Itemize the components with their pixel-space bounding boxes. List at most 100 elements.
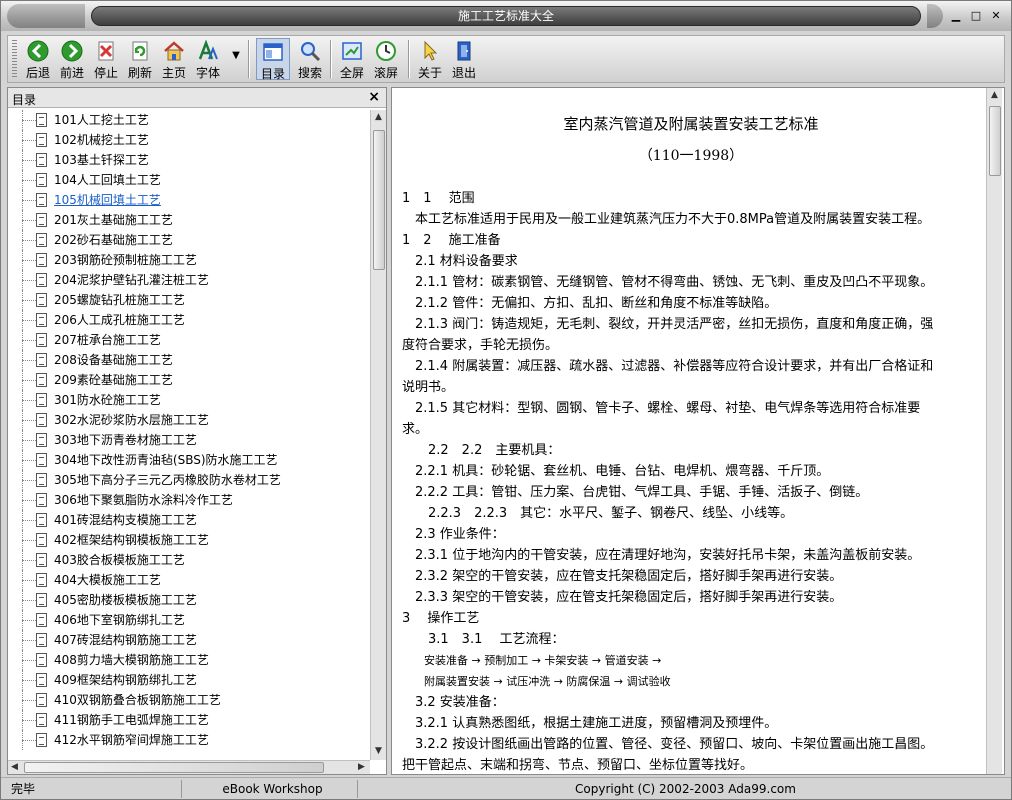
contents-vertical-scrollbar[interactable]: ▲ ▼ [370,110,386,760]
tree-connector [22,720,36,721]
tree-item[interactable]: 402框架结构钢模板施工工艺 [8,530,370,550]
document-icon [36,533,47,547]
fullscreen-button[interactable]: 全屏 [336,38,368,80]
tree-item-label: 102机械挖土工艺 [54,133,149,147]
document-line: 度符合要求，手轮无损伤。 [402,338,559,353]
document-scroll-thumb[interactable] [989,106,1001,176]
tree-item[interactable]: 203钢筋砼预制桩施工工艺 [8,250,370,270]
tree-item[interactable]: 101人工挖土工艺 [8,110,370,130]
document-line: 2.1.5 其它材料：型钢、圆钢、管卡子、螺栓、螺母、衬垫、电气焊条等选用符合标… [402,401,921,416]
tree-item[interactable]: 302水泥砂浆防水层施工工艺 [8,410,370,430]
tree-item[interactable]: 407砖混结构钢筋施工工艺 [8,630,370,650]
font-dropdown-chevron[interactable]: ▼ [230,50,242,92]
tree-item[interactable]: 401砖混结构支模施工工艺 [8,510,370,530]
tree-item[interactable]: 104人工回填土工艺 [8,170,370,190]
forward-button[interactable]: 前进 [56,38,88,80]
tree-connector [22,540,36,541]
tree-connector [22,260,36,261]
tree-item[interactable]: 204泥浆护壁钻孔灌注桩工艺 [8,270,370,290]
tree-item-label: 105机械回填土工艺 [54,193,161,207]
font-button[interactable]: 字体 [192,38,224,80]
scroll-up-arrow-icon[interactable]: ▲ [375,112,382,122]
contents-close-icon[interactable]: × [368,89,380,105]
toolbar-grip[interactable] [12,40,17,78]
refresh-label: 刷新 [127,66,152,80]
tree-item[interactable]: 405密肋楼板模板施工工艺 [8,590,370,610]
contents-button[interactable]: 目录 [256,38,290,81]
document-pane: 室内蒸汽管道及附属装置安装工艺标准 （110一1998） 1 1 范围 本工艺标… [391,87,1005,775]
title-bar[interactable]: 施工工艺标准大全 ▁ □ ✕ [1,1,1011,31]
document-line: 3.2.1 认真熟悉图纸，根据土建施工进度，预留槽洞及预埋件。 [402,716,778,731]
toolbar: 后退 前进 停止 刷新 主页 字体 ▼ 目录 搜索 全屏 滚屏 关于 退出 [7,35,1005,83]
tree-item[interactable]: 202砂石基础施工工艺 [8,230,370,250]
search-button[interactable]: 搜索 [294,38,326,80]
tree-item[interactable]: 305地下高分子三元乙丙橡胶防水卷材工艺 [8,470,370,490]
document-icon [36,413,47,427]
tree-connector [22,180,36,181]
maximize-button[interactable]: □ [969,9,983,23]
forward-arrow-icon [61,40,83,62]
document-line: 求。 [402,422,429,437]
doc-scroll-up-arrow-icon[interactable]: ▲ [991,90,998,100]
tree-connector [22,160,36,161]
tree-item[interactable]: 408剪力墙大模钢筋施工工艺 [8,650,370,670]
tree-item[interactable]: 303地下沥青卷材施工工艺 [8,430,370,450]
minimize-button[interactable]: ▁ [949,9,963,23]
document-line: 2.3.3 架空的干管安装，应在管支托架稳固定后，搭好脚手架再进行安装。 [402,590,843,605]
tree-item[interactable]: 102机械挖土工艺 [8,130,370,150]
tree-item[interactable]: 406地下室钢筋绑扎工艺 [8,610,370,630]
scroll-left-arrow-icon[interactable]: ◀ [11,762,18,772]
tree-item-label: 104人工回填土工艺 [54,173,161,187]
tree-item[interactable]: 403胶合板模板施工工艺 [8,550,370,570]
tree-item[interactable]: 404大模板施工工艺 [8,570,370,590]
tree-item[interactable]: 301防水砼施工工艺 [8,390,370,410]
refresh-button[interactable]: 刷新 [124,38,156,80]
window-title: 施工工艺标准大全 [91,6,921,26]
tree-item[interactable]: 207桩承台施工工艺 [8,330,370,350]
contents-tree: 101人工挖土工艺 102机械挖土工艺 103基土钎探工艺 104人工回填土工艺 105… [8,110,370,760]
tree-item[interactable]: 206人工成孔桩施工工艺 [8,310,370,330]
exit-button[interactable]: 退出 [448,38,480,80]
tree-item-label: 202砂石基础施工工艺 [54,233,173,247]
document-vertical-scrollbar[interactable]: ▲ [986,88,1002,774]
tree-connector [22,740,36,741]
contents-horizontal-scrollbar[interactable]: ◀ ▶ [8,760,370,774]
document-icon [36,173,47,187]
tree-item[interactable]: 209素砼基础施工工艺 [8,370,370,390]
autoscroll-button[interactable]: 滚屏 [370,38,402,80]
about-button[interactable]: 关于 [414,38,446,80]
tree-item[interactable]: 103基土钎探工艺 [8,150,370,170]
tree-item[interactable]: 201灰土基础施工工艺 [8,210,370,230]
tree-item[interactable]: 411钢筋手工电弧焊施工工艺 [8,710,370,730]
contents-scroll-thumb[interactable] [373,130,385,270]
back-button[interactable]: 后退 [22,38,54,80]
document-icon [36,633,47,647]
scroll-down-arrow-icon[interactable]: ▼ [375,746,382,756]
tree-item-label: 406地下室钢筋绑扎工艺 [54,613,185,627]
document-line: 2.3 作业条件： [402,527,505,542]
tree-item[interactable]: 105机械回填土工艺 [8,190,370,210]
close-button[interactable]: ✕ [989,9,1003,23]
tree-item[interactable]: 410双钢筋叠合板钢筋施工工艺 [8,690,370,710]
tree-item[interactable]: 304地下改性沥青油毡(SBS)防水施工工艺 [8,450,370,470]
tree-item[interactable]: 205螺旋钻孔桩施工工艺 [8,290,370,310]
tree-item[interactable]: 208设备基础施工工艺 [8,350,370,370]
home-icon [164,41,184,61]
tree-item-label: 407砖混结构钢筋施工工艺 [54,633,197,647]
document-icon [36,433,47,447]
tree-item[interactable]: 306地下聚氨脂防水涂料冷作工艺 [8,490,370,510]
home-label: 主页 [161,66,186,80]
tree-item[interactable]: 412水平钢筋窄间焊施工工艺 [8,730,370,750]
home-button[interactable]: 主页 [158,38,190,80]
contents-title: 目录 [12,93,37,107]
scroll-right-arrow-icon[interactable]: ▶ [358,762,365,772]
tree-item-label: 411钢筋手工电弧焊施工工艺 [54,713,209,727]
tree-connector [22,460,36,461]
tree-item-label: 206人工成孔桩施工工艺 [54,313,185,327]
tree-connector [22,200,36,201]
contents-hscroll-thumb[interactable] [24,762,324,773]
tree-item-label: 302水泥砂浆防水层施工工艺 [54,413,209,427]
app-window: 施工工艺标准大全 ▁ □ ✕ 后退 前进 停止 刷新 主页 字体 ▼ 目录 搜索… [0,0,1012,800]
stop-button[interactable]: 停止 [90,38,122,80]
tree-item[interactable]: 409框架结构钢筋绑扎工艺 [8,670,370,690]
